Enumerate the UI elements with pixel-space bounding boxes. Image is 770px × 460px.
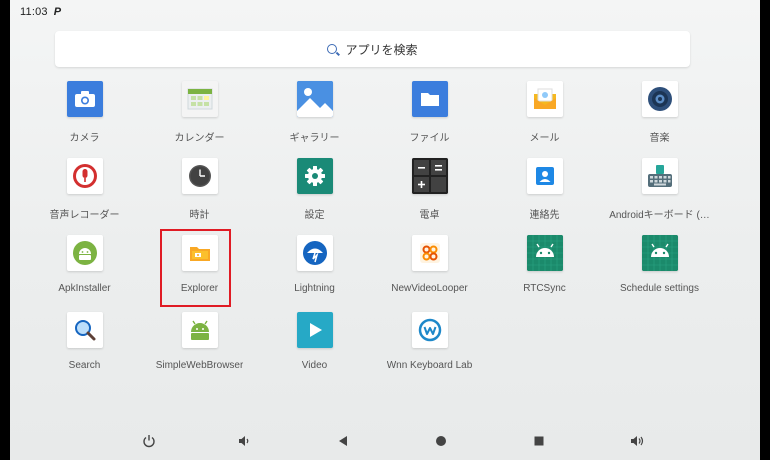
app-schedule-settings[interactable]: Schedule settings <box>602 235 717 312</box>
android-icon <box>526 235 563 271</box>
app-settings[interactable]: 設定 <box>257 158 372 235</box>
app-label: RTCSync <box>523 283 566 294</box>
play-icon <box>296 312 333 348</box>
app-camera[interactable]: カメラ <box>27 81 142 158</box>
app-label: ギャラリー <box>289 133 340 144</box>
search-icon <box>327 44 338 54</box>
app-label: 電卓 <box>419 210 440 221</box>
app-contacts[interactable]: 連絡先 <box>487 158 602 235</box>
contacts-icon <box>526 158 563 194</box>
app-lightning[interactable]: Lightning <box>257 235 372 312</box>
app-label: メール <box>529 133 560 144</box>
app-label: Lightning <box>294 283 335 294</box>
app-label: Schedule settings <box>620 283 699 294</box>
app-label: SimpleWebBrowser <box>155 360 244 371</box>
app-newvideolooper[interactable]: NewVideoLooper <box>372 235 487 312</box>
app-label: Search <box>68 360 101 371</box>
app-music[interactable]: 音楽 <box>602 81 717 158</box>
home-icon[interactable] <box>433 433 449 449</box>
app-label: 音声レコーダー <box>49 210 120 221</box>
power-icon[interactable] <box>141 433 157 449</box>
wnn-icon <box>411 312 448 348</box>
app-label: ApkInstaller <box>58 283 111 294</box>
app-simplewebbrowser[interactable]: SimpleWebBrowser <box>142 312 257 389</box>
app-row: Search SimpleWebBrowser Video Wnn Keyboa… <box>27 312 717 389</box>
app-calculator[interactable]: 電卓 <box>372 158 487 235</box>
status-bar: 11:03 P <box>10 0 760 24</box>
app-recorder[interactable]: 音声レコーダー <box>27 158 142 235</box>
app-label: 音楽 <box>649 133 670 144</box>
folder-icon <box>411 81 448 117</box>
video-looper-icon <box>411 235 448 271</box>
explorer-folder-icon <box>181 235 218 271</box>
app-label: Video <box>301 360 328 371</box>
home-screen: 11:03 P アプリを検索 カメラ カレンダー ギャラリー ファイル メール … <box>10 0 760 460</box>
app-row: ApkInstaller Explorer Lightning NewVideo… <box>27 235 717 312</box>
speaker-icon <box>641 81 678 117</box>
app-label: 設定 <box>304 210 325 221</box>
app-mail[interactable]: メール <box>487 81 602 158</box>
p-notification-icon: P <box>53 6 62 18</box>
recents-icon[interactable] <box>531 433 547 449</box>
volume-up-icon[interactable] <box>630 433 646 449</box>
gallery-icon <box>296 81 333 117</box>
app-label: カメラ <box>69 133 100 144</box>
app-video[interactable]: Video <box>257 312 372 389</box>
magnifier-icon <box>66 312 103 348</box>
app-label: カレンダー <box>174 133 225 144</box>
lightning-icon <box>296 235 333 271</box>
android-icon <box>181 312 218 348</box>
app-label: 時計 <box>189 210 210 221</box>
app-explorer[interactable]: Explorer <box>142 235 257 312</box>
camera-icon <box>66 81 103 117</box>
calendar-icon <box>181 81 218 117</box>
app-apkinstaller[interactable]: ApkInstaller <box>27 235 142 312</box>
app-label: ファイル <box>409 133 450 144</box>
android-icon <box>66 235 103 271</box>
calculator-icon <box>411 158 448 194</box>
status-time: 11:03 <box>20 6 48 18</box>
android-icon <box>641 235 678 271</box>
microphone-icon <box>66 158 103 194</box>
app-label: Explorer <box>180 283 219 294</box>
app-search[interactable]: Search <box>27 312 142 389</box>
app-label: Androidキーボード (… <box>609 210 710 221</box>
gear-icon <box>296 158 333 194</box>
app-clock[interactable]: 時計 <box>142 158 257 235</box>
search-label: アプリを検索 <box>345 42 418 57</box>
keyboard-icon <box>641 158 678 194</box>
navigation-bar <box>10 422 760 460</box>
app-rtcsync[interactable]: RTCSync <box>487 235 602 312</box>
app-label: Wnn Keyboard Lab <box>386 360 473 371</box>
app-row: カメラ カレンダー ギャラリー ファイル メール 音楽 <box>27 81 717 158</box>
clock-icon <box>181 158 218 194</box>
back-icon[interactable] <box>335 433 351 449</box>
app-label: NewVideoLooper <box>391 283 468 294</box>
app-files[interactable]: ファイル <box>372 81 487 158</box>
volume-down-icon[interactable] <box>236 433 252 449</box>
app-gallery[interactable]: ギャラリー <box>257 81 372 158</box>
app-wnn-keyboard-lab[interactable]: Wnn Keyboard Lab <box>372 312 487 389</box>
mail-icon <box>526 81 563 117</box>
app-search-bar[interactable]: アプリを検索 <box>55 31 690 67</box>
app-calendar[interactable]: カレンダー <box>142 81 257 158</box>
app-grid: カメラ カレンダー ギャラリー ファイル メール 音楽 音声レコーダー 時計 設… <box>27 81 717 389</box>
app-row: 音声レコーダー 時計 設定 電卓 連絡先 Androidキーボード (… <box>27 158 717 235</box>
app-label: 連絡先 <box>529 210 560 221</box>
app-keyboard[interactable]: Androidキーボード (… <box>602 158 717 235</box>
